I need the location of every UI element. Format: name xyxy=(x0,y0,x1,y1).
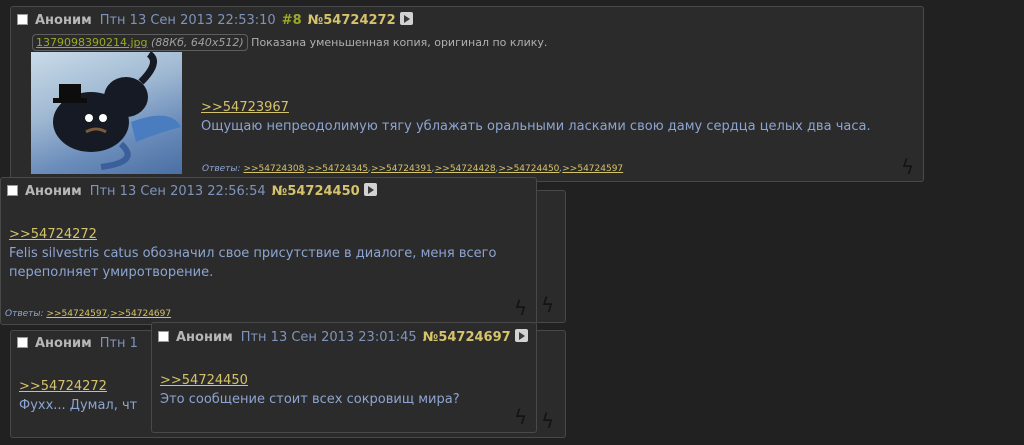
reply-ref[interactable]: >>54724597 xyxy=(562,164,623,174)
post-header: Аноним Птн 13 Сен 2013 23:01:45 №54724697 xyxy=(158,329,528,346)
post-image-thumbnail[interactable] xyxy=(31,52,182,174)
file-box: 1379098390214.jpg (88Кб, 640x512) xyxy=(32,34,248,51)
post-date: Птн 13 Сен 2013 23:01:45 xyxy=(240,330,417,345)
reply-ref[interactable]: >>54724308 xyxy=(243,164,304,174)
reply-link[interactable]: >>54724450 xyxy=(160,373,248,388)
reply-ref[interactable]: >>54724597 xyxy=(46,309,107,319)
replies-label: Ответы: xyxy=(5,309,44,319)
post-text: Ощущаю непреодолимую тягу ублажать ораль… xyxy=(201,119,871,134)
reply-ref[interactable]: >>54724450 xyxy=(499,164,560,174)
post-body: >>54723967 Ощущаю непреодолимую тягу убл… xyxy=(201,98,921,136)
lightning-icon[interactable]: ϟ xyxy=(541,411,554,431)
post-date: Птн 13 Сен 2013 22:53:10 xyxy=(99,13,276,28)
post-checkbox[interactable] xyxy=(158,331,169,342)
post-text: Это сообщение стоит всех сокровищ мира? xyxy=(160,392,460,407)
lightning-icon[interactable]: ϟ xyxy=(514,407,527,427)
post-body: >>54724450 Это сообщение стоит всех сокр… xyxy=(160,371,530,409)
reply-link[interactable]: >>54724272 xyxy=(9,227,97,242)
replies-label: Ответы: xyxy=(202,164,241,174)
post-header: Аноним Птн 13 Сен 2013 22:56:54 №54724450 xyxy=(7,183,377,200)
post-number[interactable]: №54724450 xyxy=(272,184,360,199)
poster-name: Аноним xyxy=(35,336,92,351)
lightning-icon[interactable]: ϟ xyxy=(541,295,554,315)
post-number[interactable]: №54724697 xyxy=(423,330,511,345)
post-header: Аноним Птн 1 xyxy=(17,336,144,352)
post-index: #8 xyxy=(281,13,302,28)
popup-post-54724697: Аноним Птн 13 Сен 2013 23:01:45 №54724697 … xyxy=(151,322,537,433)
file-meta: (88Кб, 640x512) xyxy=(151,36,244,49)
post-header: Аноним Птн 13 Сен 2013 22:53:10 #8 №5472427… xyxy=(17,12,413,29)
post-checkbox[interactable] xyxy=(17,337,28,348)
post-number[interactable]: №54724272 xyxy=(308,13,396,28)
file-info: 1379098390214.jpg (88Кб, 640x512) Показа… xyxy=(32,34,547,51)
file-name-link[interactable]: 1379098390214.jpg xyxy=(36,36,148,49)
reply-ref[interactable]: >>54724345 xyxy=(307,164,368,174)
post-checkbox[interactable] xyxy=(7,185,18,196)
poster-name: Аноним xyxy=(176,330,233,345)
poster-name: Аноним xyxy=(25,184,82,199)
play-icon[interactable] xyxy=(363,183,377,196)
post-text: Felis silvestris catus обозначил свое пр… xyxy=(9,246,497,280)
reply-link[interactable]: >>54724272 xyxy=(19,379,107,394)
reply-link[interactable]: >>54723967 xyxy=(201,100,289,115)
play-icon[interactable] xyxy=(399,12,413,25)
post-body: >>54724272 Felis silvestris catus обозна… xyxy=(9,225,509,282)
poster-name: Аноним xyxy=(35,13,92,28)
post-date: Птн 1 xyxy=(99,336,138,351)
replies-list: Ответы: >>54724597,>>54724697 xyxy=(5,309,172,319)
lightning-icon[interactable]: ϟ xyxy=(514,298,527,318)
replies-list: Ответы: >>54724308,>>54724345,>>54724391… xyxy=(202,164,624,174)
popup-post-54724450: Аноним Птн 13 Сен 2013 22:56:54 №54724450 … xyxy=(0,177,537,325)
reply-ref[interactable]: >>54724428 xyxy=(435,164,496,174)
reply-ref[interactable]: >>54724697 xyxy=(110,309,171,319)
play-icon[interactable] xyxy=(514,329,528,342)
post-checkbox[interactable] xyxy=(17,14,28,25)
op-post: Аноним Птн 13 Сен 2013 22:53:10 #8 №5472427… xyxy=(10,6,924,182)
reply-ref[interactable]: >>54724391 xyxy=(371,164,432,174)
cat-image xyxy=(53,52,181,170)
post-date: Птн 13 Сен 2013 22:56:54 xyxy=(89,184,266,199)
file-note: Показана уменьшенная копия, оригинал по … xyxy=(251,36,548,49)
lightning-icon[interactable]: ϟ xyxy=(901,157,914,177)
